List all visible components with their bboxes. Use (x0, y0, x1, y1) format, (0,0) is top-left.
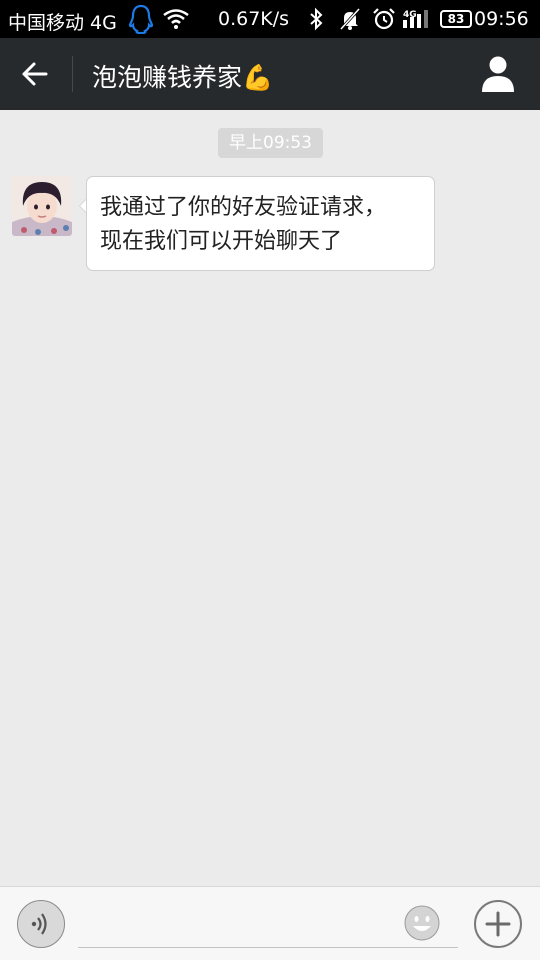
wifi-icon (162, 7, 190, 31)
person-icon (482, 56, 514, 92)
carrier-label: 中国移动 4G (8, 12, 117, 34)
contact-name: 泡泡赚钱养家 (92, 63, 243, 92)
contact-avatar[interactable] (12, 176, 72, 236)
message-text-line-2: 现在我们可以开始聊天了 (100, 229, 343, 254)
flexed-biceps-emoji: 💪 (242, 63, 274, 92)
smiley-icon (404, 905, 440, 941)
battery-indicator: 83 (440, 10, 472, 28)
alarm-icon (372, 7, 396, 31)
bluetooth-icon (307, 7, 325, 31)
message-input[interactable] (78, 901, 458, 948)
clock: 09:56 (474, 8, 529, 30)
page-title: 泡泡赚钱养家💪 (92, 58, 273, 94)
status-bar: 中国移动 4G 0.67K/s 4G 83 09:56 (0, 0, 540, 38)
qq-penguin-icon (128, 4, 154, 34)
chat-header: 泡泡赚钱养家💪 (0, 38, 540, 110)
message-timestamp: 早上09:53 (218, 128, 323, 158)
more-options-button[interactable] (474, 900, 522, 948)
message-bubble[interactable]: 我通过了你的好友验证请求， 现在我们可以开始聊天了 (86, 176, 435, 271)
input-bar (0, 886, 540, 960)
arrow-left-icon (22, 62, 48, 86)
signal-icon: 4G (403, 7, 433, 31)
net-speed: 0.67K/s (218, 8, 290, 30)
mute-bell-icon (338, 7, 362, 31)
plus-icon (485, 911, 511, 937)
signal-4g-label: 4G (403, 10, 417, 20)
contact-info-button[interactable] (474, 52, 522, 96)
back-button[interactable] (16, 54, 56, 94)
voice-input-button[interactable] (17, 900, 65, 948)
header-divider (72, 56, 73, 92)
emoji-button[interactable] (403, 904, 441, 942)
voice-wave-icon (31, 913, 47, 935)
message-text-line-1: 我通过了你的好友验证请求， (100, 195, 387, 220)
